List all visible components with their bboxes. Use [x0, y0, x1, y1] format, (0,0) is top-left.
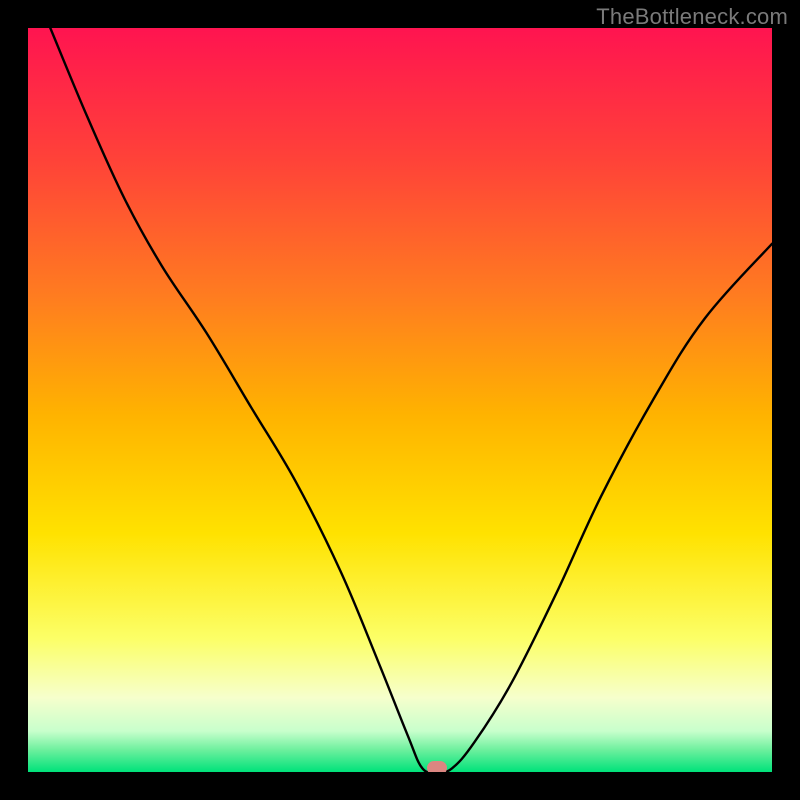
plot-area	[28, 28, 772, 772]
gradient-background	[28, 28, 772, 772]
attribution-text: TheBottleneck.com	[596, 4, 788, 30]
minimum-marker	[427, 761, 447, 772]
plot-svg	[28, 28, 772, 772]
chart-frame: TheBottleneck.com	[0, 0, 800, 800]
